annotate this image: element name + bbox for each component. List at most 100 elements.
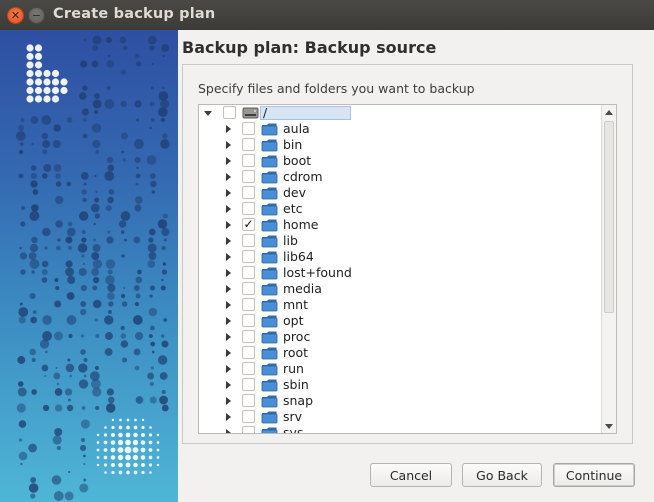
folder-label: boot bbox=[283, 153, 312, 168]
pattern-dot bbox=[107, 283, 116, 293]
folder-checkbox[interactable] bbox=[242, 186, 255, 199]
expand-arrow-icon[interactable] bbox=[226, 157, 231, 165]
chevron-up-icon bbox=[605, 109, 613, 115]
tree-row[interactable]: proc bbox=[199, 329, 601, 345]
scroll-up-button[interactable] bbox=[602, 105, 616, 119]
folder-checkbox[interactable] bbox=[242, 394, 255, 407]
expand-arrow-icon[interactable] bbox=[226, 125, 231, 133]
root-checkbox[interactable] bbox=[223, 106, 236, 119]
folder-icon bbox=[261, 139, 278, 152]
expand-arrow-icon[interactable] bbox=[226, 301, 231, 309]
pattern-dot bbox=[92, 259, 103, 269]
scroll-thumb[interactable] bbox=[604, 121, 614, 313]
folder-label: media bbox=[283, 281, 322, 296]
go-back-button[interactable]: Go Back bbox=[462, 463, 542, 487]
folder-tree[interactable]: / aula bin boot cdrom dev etc ✓ home lib lib64 los… bbox=[198, 104, 617, 434]
pattern-dot bbox=[157, 219, 168, 229]
tree-row-root[interactable]: / bbox=[199, 105, 601, 121]
folder-checkbox[interactable] bbox=[242, 122, 255, 135]
folder-checkbox[interactable] bbox=[242, 362, 255, 375]
title-bar[interactable]: ✕ − Create backup plan bbox=[0, 0, 654, 30]
tree-row[interactable]: ✓ home bbox=[199, 217, 601, 233]
folder-checkbox[interactable] bbox=[242, 202, 255, 215]
folder-checkbox[interactable] bbox=[242, 378, 255, 391]
expand-arrow-icon[interactable] bbox=[226, 205, 231, 213]
expand-arrow-icon[interactable] bbox=[226, 349, 231, 357]
expand-arrow-icon[interactable] bbox=[226, 173, 231, 181]
pattern-dot bbox=[42, 404, 50, 412]
expand-arrow-icon[interactable] bbox=[226, 253, 231, 261]
tree-row[interactable]: aula bbox=[199, 121, 601, 137]
folder-checkbox[interactable] bbox=[242, 234, 255, 247]
expand-arrow-icon[interactable] bbox=[226, 397, 231, 405]
pattern-dot bbox=[43, 69, 51, 78]
close-window-button[interactable]: ✕ bbox=[7, 7, 24, 24]
folder-checkbox[interactable] bbox=[242, 138, 255, 151]
expand-arrow-icon[interactable] bbox=[226, 333, 231, 341]
expand-arrow-icon[interactable] bbox=[226, 413, 231, 421]
tree-row[interactable]: dev bbox=[199, 185, 601, 201]
pattern-dot bbox=[159, 372, 168, 380]
pattern-dot bbox=[149, 294, 153, 298]
expand-arrow-icon[interactable] bbox=[226, 429, 231, 433]
folder-checkbox[interactable] bbox=[242, 426, 255, 433]
expand-arrow-icon[interactable] bbox=[226, 365, 231, 373]
folder-checkbox[interactable] bbox=[242, 330, 255, 343]
scroll-down-button[interactable] bbox=[602, 419, 616, 433]
expand-arrow-icon[interactable] bbox=[226, 285, 231, 293]
pattern-dot bbox=[120, 333, 127, 339]
folder-checkbox[interactable] bbox=[242, 250, 255, 263]
tree-row[interactable]: lib bbox=[199, 233, 601, 249]
tree-row[interactable]: run bbox=[199, 361, 601, 377]
pattern-dot bbox=[42, 227, 51, 237]
pattern-dot bbox=[34, 95, 43, 103]
minimize-window-button[interactable]: − bbox=[28, 7, 45, 24]
folder-checkbox[interactable] bbox=[242, 298, 255, 311]
cancel-button[interactable]: Cancel bbox=[370, 463, 452, 487]
tree-row[interactable]: sbin bbox=[199, 377, 601, 393]
expand-arrow-icon[interactable] bbox=[226, 141, 231, 149]
pattern-dot bbox=[110, 455, 116, 460]
tree-row[interactable]: sys bbox=[199, 425, 601, 433]
expand-arrow-icon[interactable] bbox=[226, 221, 231, 229]
expand-arrow-icon[interactable] bbox=[226, 317, 231, 325]
folder-checkbox[interactable] bbox=[242, 346, 255, 359]
folder-checkbox[interactable] bbox=[242, 410, 255, 423]
pattern-dot bbox=[118, 432, 123, 438]
folder-checkbox[interactable] bbox=[242, 170, 255, 183]
tree-row[interactable]: snap bbox=[199, 393, 601, 409]
tree-row[interactable]: mnt bbox=[199, 297, 601, 313]
folder-checkbox[interactable] bbox=[242, 282, 255, 295]
tree-row[interactable]: bin bbox=[199, 137, 601, 153]
collapse-arrow-icon[interactable] bbox=[204, 111, 212, 116]
expand-arrow-icon[interactable] bbox=[226, 189, 231, 197]
pattern-dot bbox=[18, 307, 29, 317]
continue-button[interactable]: Continue bbox=[553, 463, 635, 487]
pattern-dot bbox=[136, 118, 140, 122]
tree-row[interactable]: opt bbox=[199, 313, 601, 329]
folder-checkbox[interactable] bbox=[242, 314, 255, 327]
tree-row[interactable]: etc bbox=[199, 201, 601, 217]
tree-row[interactable]: cdrom bbox=[199, 169, 601, 185]
pattern-dot bbox=[107, 164, 115, 172]
tree-row[interactable]: media bbox=[199, 281, 601, 297]
pattern-dot bbox=[83, 462, 86, 466]
folder-label: etc bbox=[283, 201, 303, 216]
expand-arrow-icon[interactable] bbox=[226, 381, 231, 389]
folder-icon bbox=[261, 363, 278, 376]
pattern-dot bbox=[122, 158, 126, 162]
pattern-dot bbox=[141, 418, 145, 422]
tree-row[interactable]: srv bbox=[199, 409, 601, 425]
expand-arrow-icon[interactable] bbox=[226, 237, 231, 245]
folder-checkbox[interactable] bbox=[242, 154, 255, 167]
tree-row[interactable]: lost+found bbox=[199, 265, 601, 281]
tree-row[interactable]: root bbox=[199, 345, 601, 361]
tree-scrollbar[interactable] bbox=[601, 105, 616, 433]
pattern-dot bbox=[107, 196, 114, 204]
tree-row[interactable]: boot bbox=[199, 153, 601, 169]
pattern-dot bbox=[136, 166, 139, 170]
expand-arrow-icon[interactable] bbox=[226, 269, 231, 277]
folder-checkbox[interactable]: ✓ bbox=[242, 218, 255, 231]
tree-row[interactable]: lib64 bbox=[199, 249, 601, 265]
folder-checkbox[interactable] bbox=[242, 266, 255, 279]
